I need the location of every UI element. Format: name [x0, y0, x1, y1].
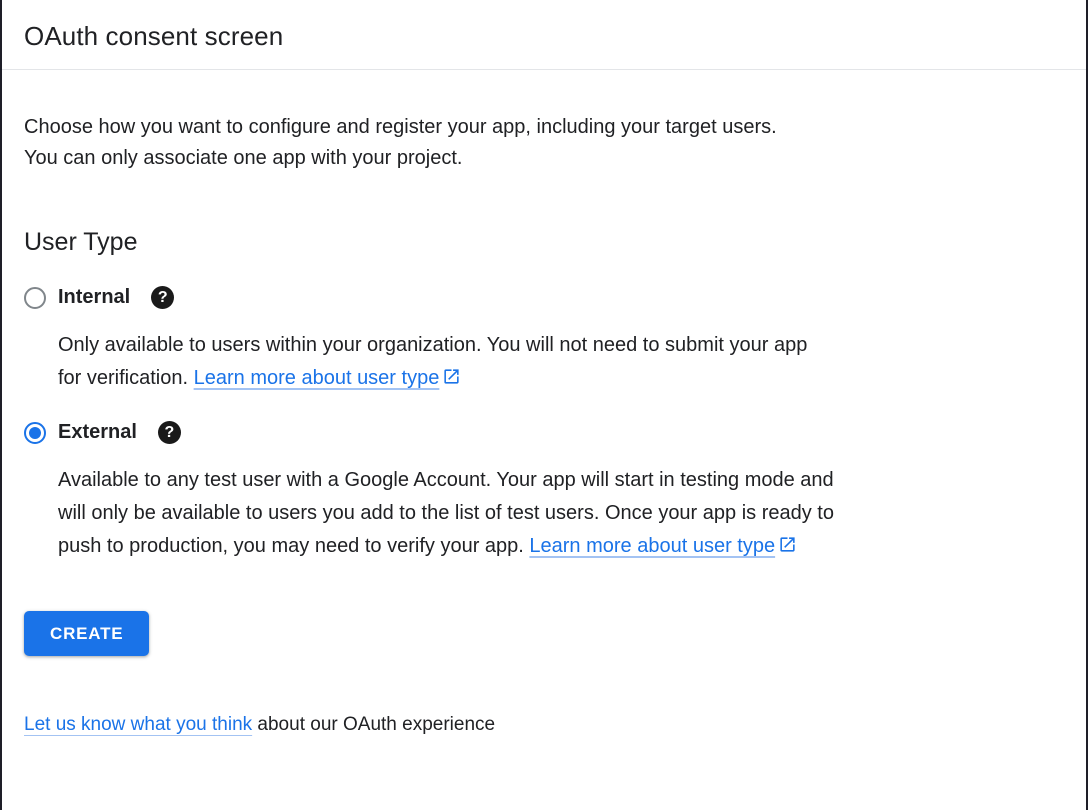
- radio-external[interactable]: [24, 422, 46, 444]
- user-type-option-internal: Internal ?: [24, 286, 1046, 309]
- learn-more-link-external[interactable]: Learn more about user type: [529, 535, 797, 557]
- page-title: OAuth consent screen: [24, 21, 1062, 52]
- oauth-consent-content: Choose how you want to configure and reg…: [2, 112, 1086, 736]
- feedback-text: about our OAuth experience: [257, 714, 495, 735]
- learn-more-link-internal[interactable]: Learn more about user type: [194, 367, 462, 389]
- option-label-internal[interactable]: Internal: [58, 286, 130, 309]
- learn-more-link-label: Learn more about user type: [529, 535, 775, 557]
- option-description-external: Available to any test user with a Google…: [58, 464, 836, 563]
- feedback-line: Let us know what you think about our OAu…: [24, 714, 1046, 736]
- option-label-external[interactable]: External: [58, 421, 137, 444]
- user-type-heading: User Type: [24, 228, 1046, 257]
- create-button[interactable]: CREATE: [24, 611, 149, 656]
- radio-internal[interactable]: [24, 287, 46, 309]
- intro-text: Choose how you want to configure and reg…: [24, 112, 792, 174]
- page-header: OAuth consent screen: [2, 0, 1086, 70]
- learn-more-link-label: Learn more about user type: [194, 367, 440, 389]
- help-icon[interactable]: ?: [158, 421, 181, 444]
- help-icon[interactable]: ?: [151, 286, 174, 309]
- feedback-link[interactable]: Let us know what you think: [24, 714, 252, 735]
- external-link-icon: [442, 367, 461, 386]
- user-type-option-external: External ?: [24, 421, 1046, 444]
- external-link-icon: [778, 535, 797, 554]
- option-description-internal: Only available to users within your orga…: [58, 329, 836, 395]
